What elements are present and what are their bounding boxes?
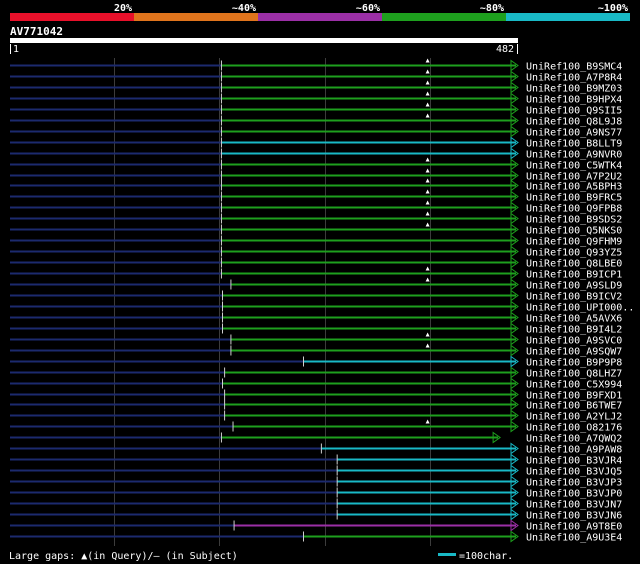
hit-label[interactable]: UniRef100_Q93YZ5	[526, 248, 622, 259]
hit-label[interactable]: UniRef100_Q9FPB8	[526, 204, 622, 215]
hit-label[interactable]: UniRef100_B9SDS2	[526, 215, 622, 226]
hit-label[interactable]: UniRef100_A5BPH3	[526, 182, 622, 193]
legend-color-2	[134, 13, 258, 21]
legend-color-5	[506, 13, 630, 21]
hit-label[interactable]: UniRef100_A9T8E0	[526, 522, 622, 533]
hit-label[interactable]: UniRef100_A9SLD9	[526, 281, 622, 292]
hit-label[interactable]: UniRef100_B9HPX4	[526, 95, 622, 106]
hit-label[interactable]: UniRef100_A7P8R4	[526, 73, 622, 84]
hit-label[interactable]: UniRef100_C5X994	[526, 380, 622, 391]
hit-label[interactable]: UniRef100_A7QWQ2	[526, 434, 622, 445]
gaps-legend-text: Large gaps: ▲(in Query)/– (in Subject)	[9, 551, 238, 562]
hit-label[interactable]: UniRef100_B6TWE7	[526, 401, 622, 412]
hit-label[interactable]: UniRef100_A9SVC0	[526, 336, 622, 347]
hit-label[interactable]: UniRef100_B3VJQ5	[526, 467, 622, 478]
hit-label[interactable]: UniRef100_Q9FHM9	[526, 237, 622, 248]
hit-label[interactable]: UniRef100_C5WTK4	[526, 161, 622, 172]
query-name: AV771042	[10, 25, 63, 38]
hit-label[interactable]: UniRef100_B9P9P8	[526, 358, 622, 369]
hit-label[interactable]: UniRef100_B9MZ03	[526, 84, 622, 95]
hit-label[interactable]: UniRef100_A9SQW7	[526, 347, 622, 358]
hit-label[interactable]: UniRef100_B3VJN6	[526, 511, 622, 522]
hit-label[interactable]: UniRef100_A9PAW8	[526, 445, 622, 456]
hit-label[interactable]: UniRef100_Q8LHZ7	[526, 369, 622, 380]
hit-label[interactable]: UniRef100_UPI000..	[526, 303, 634, 314]
hit-label[interactable]: UniRef100_Q5NKS0	[526, 226, 622, 237]
hit-label[interactable]: UniRef100_Q8LBE0	[526, 259, 622, 270]
hit-label[interactable]: UniRef100_A9NS77	[526, 128, 622, 139]
hit-label[interactable]: UniRef100_B8LLT9	[526, 139, 622, 150]
hit-label[interactable]: UniRef100_B9SMC4	[526, 62, 622, 73]
blast-overview-graphic: 20% ~40% ~60% ~80% ~100% AV771042 1 482 UniR…	[0, 0, 640, 564]
legend-color-1	[10, 13, 134, 21]
legend-tick-label: ~40%	[232, 3, 256, 14]
hit-label[interactable]: UniRef100_B9ICP1	[526, 270, 622, 281]
hit-label[interactable]: UniRef100_A9U3E4	[526, 533, 622, 544]
legend-tick-label: ~80%	[480, 3, 504, 14]
hit-label[interactable]: UniRef100_B9ICV2	[526, 292, 622, 303]
hit-label[interactable]: UniRef100_B3VJN7	[526, 500, 622, 511]
hit-label[interactable]: UniRef100_Q8L9J8	[526, 117, 622, 128]
hit-label[interactable]: UniRef100_A5AVX6	[526, 314, 622, 325]
hit-label[interactable]: UniRef100_B3VJP0	[526, 489, 622, 500]
query-bar	[10, 38, 518, 43]
query-start-label: 1	[13, 44, 19, 55]
legend-color-3	[258, 13, 382, 21]
hit-label[interactable]: UniRef100_Q9SII5	[526, 106, 622, 117]
legend-tick-label: ~60%	[356, 3, 380, 14]
scale-label: =100char.	[459, 551, 513, 562]
hit-label[interactable]: UniRef100_B3VJP3	[526, 478, 622, 489]
query-end-label: 482	[496, 44, 514, 55]
legend-color-4	[382, 13, 506, 21]
hit-label[interactable]: UniRef100_B3VJR4	[526, 456, 622, 467]
legend-tick-label: ~100%	[598, 3, 628, 14]
legend-tick-label: 20%	[114, 3, 132, 14]
hit-label[interactable]: UniRef100_A9NVR0	[526, 150, 622, 161]
hit-label[interactable]: UniRef100_O82176	[526, 423, 622, 434]
hit-label[interactable]: UniRef100_B9I4L2	[526, 325, 622, 336]
scale-bar	[438, 553, 456, 556]
hit-label[interactable]: UniRef100_B9FRC5	[526, 193, 622, 204]
hit-label[interactable]: UniRef100_A2YLJ2	[526, 412, 622, 423]
